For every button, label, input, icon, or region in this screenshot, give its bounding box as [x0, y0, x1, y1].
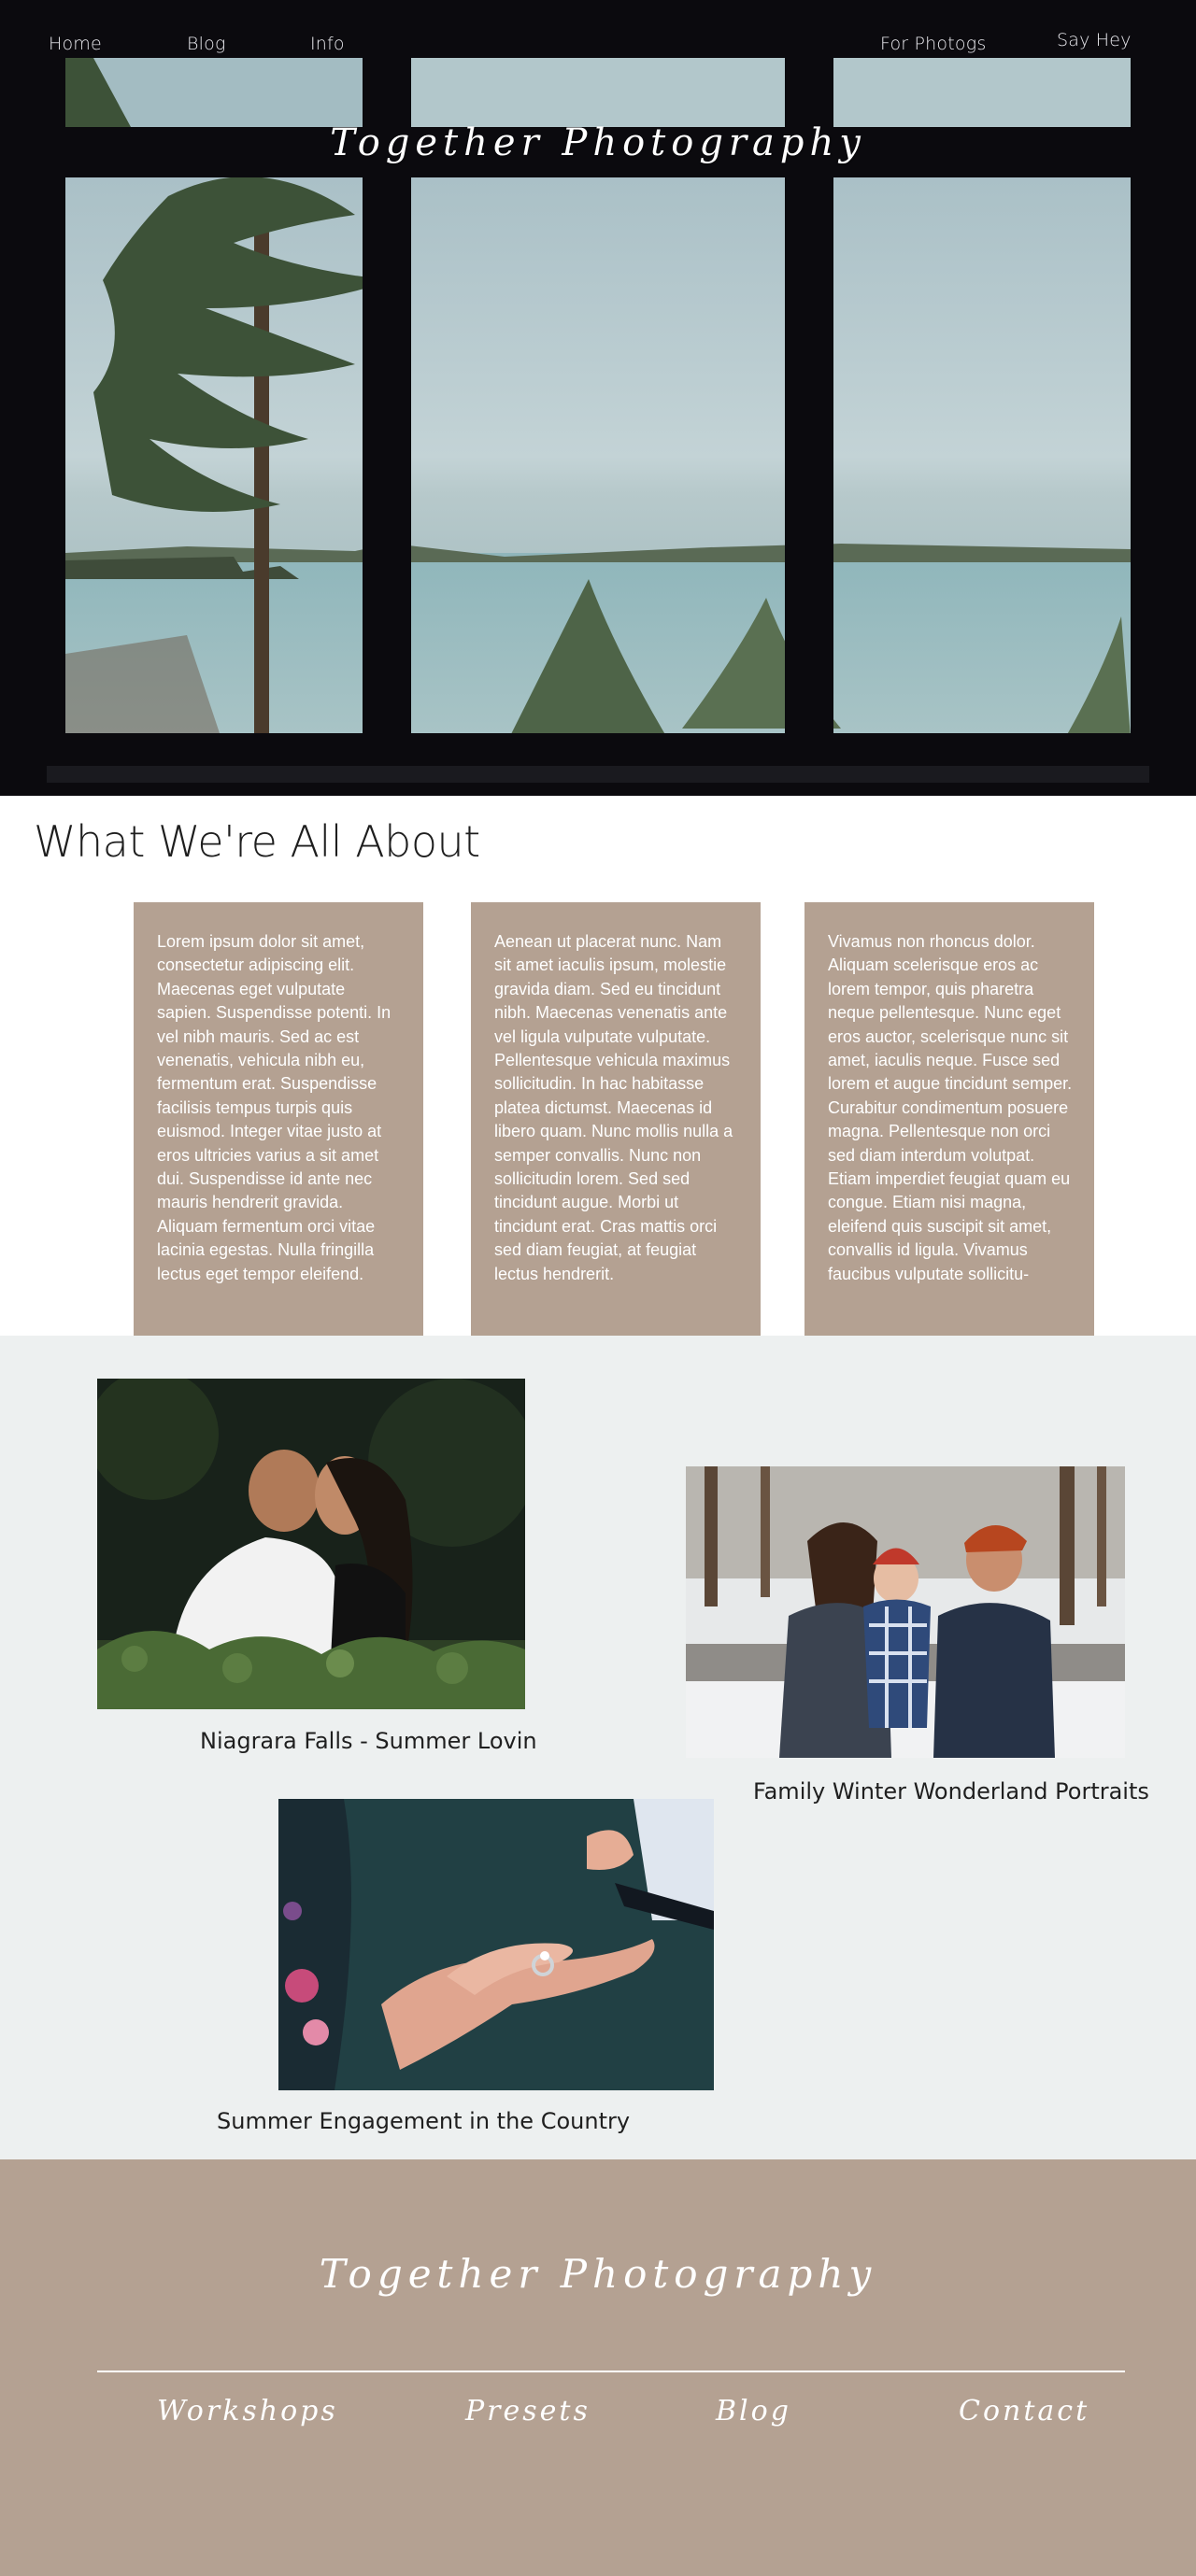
about-section: What We're All About Lorem ipsum dolor s… — [0, 796, 1196, 1336]
gallery-caption: Summer Engagement in the Country — [217, 2108, 631, 2134]
site-logo[interactable]: Together Photography — [0, 121, 1196, 164]
footer-link-contact[interactable]: Contact — [959, 2395, 1089, 2427]
nav-say-hey[interactable]: Say Hey — [1057, 30, 1132, 50]
gallery-section: Niagrara Falls - Summer Lovin Family Win… — [0, 1336, 1196, 2159]
gallery-caption: Family Winter Wonderland Portraits — [753, 1778, 1149, 1805]
footer-link-workshops[interactable]: Workshops — [157, 2395, 338, 2427]
gallery-photo-couple[interactable] — [97, 1379, 525, 1709]
footer-link-presets[interactable]: Presets — [465, 2395, 591, 2427]
about-card: Vivamus non rhoncus dolor. Aliquam scele… — [804, 902, 1094, 1336]
window-lake-photo — [0, 0, 1196, 796]
nav-blog[interactable]: Blog — [187, 34, 226, 54]
footer-divider — [97, 2371, 1125, 2372]
footer-link-blog[interactable]: Blog — [716, 2395, 791, 2427]
gallery-photo-engagement[interactable] — [278, 1799, 714, 2090]
footer-logo[interactable]: Together Photography — [0, 2251, 1196, 2297]
about-card: Aenean ut placerat nunc. Nam sit amet ia… — [471, 902, 761, 1336]
hero-section: Home Blog Info For Photogs Say Hey Toget… — [0, 0, 1196, 796]
about-card: Lorem ipsum dolor sit amet, consectetur … — [134, 902, 423, 1336]
nav-for-photogs[interactable]: For Photogs — [880, 34, 986, 54]
nav-home[interactable]: Home — [49, 34, 102, 54]
gallery-photo-family-winter[interactable] — [686, 1466, 1125, 1758]
about-heading: What We're All About — [34, 816, 480, 867]
gallery-caption: Niagrara Falls - Summer Lovin — [200, 1728, 537, 1754]
footer: Together Photography Workshops Presets B… — [0, 2159, 1196, 2576]
nav-info[interactable]: Info — [310, 34, 345, 54]
